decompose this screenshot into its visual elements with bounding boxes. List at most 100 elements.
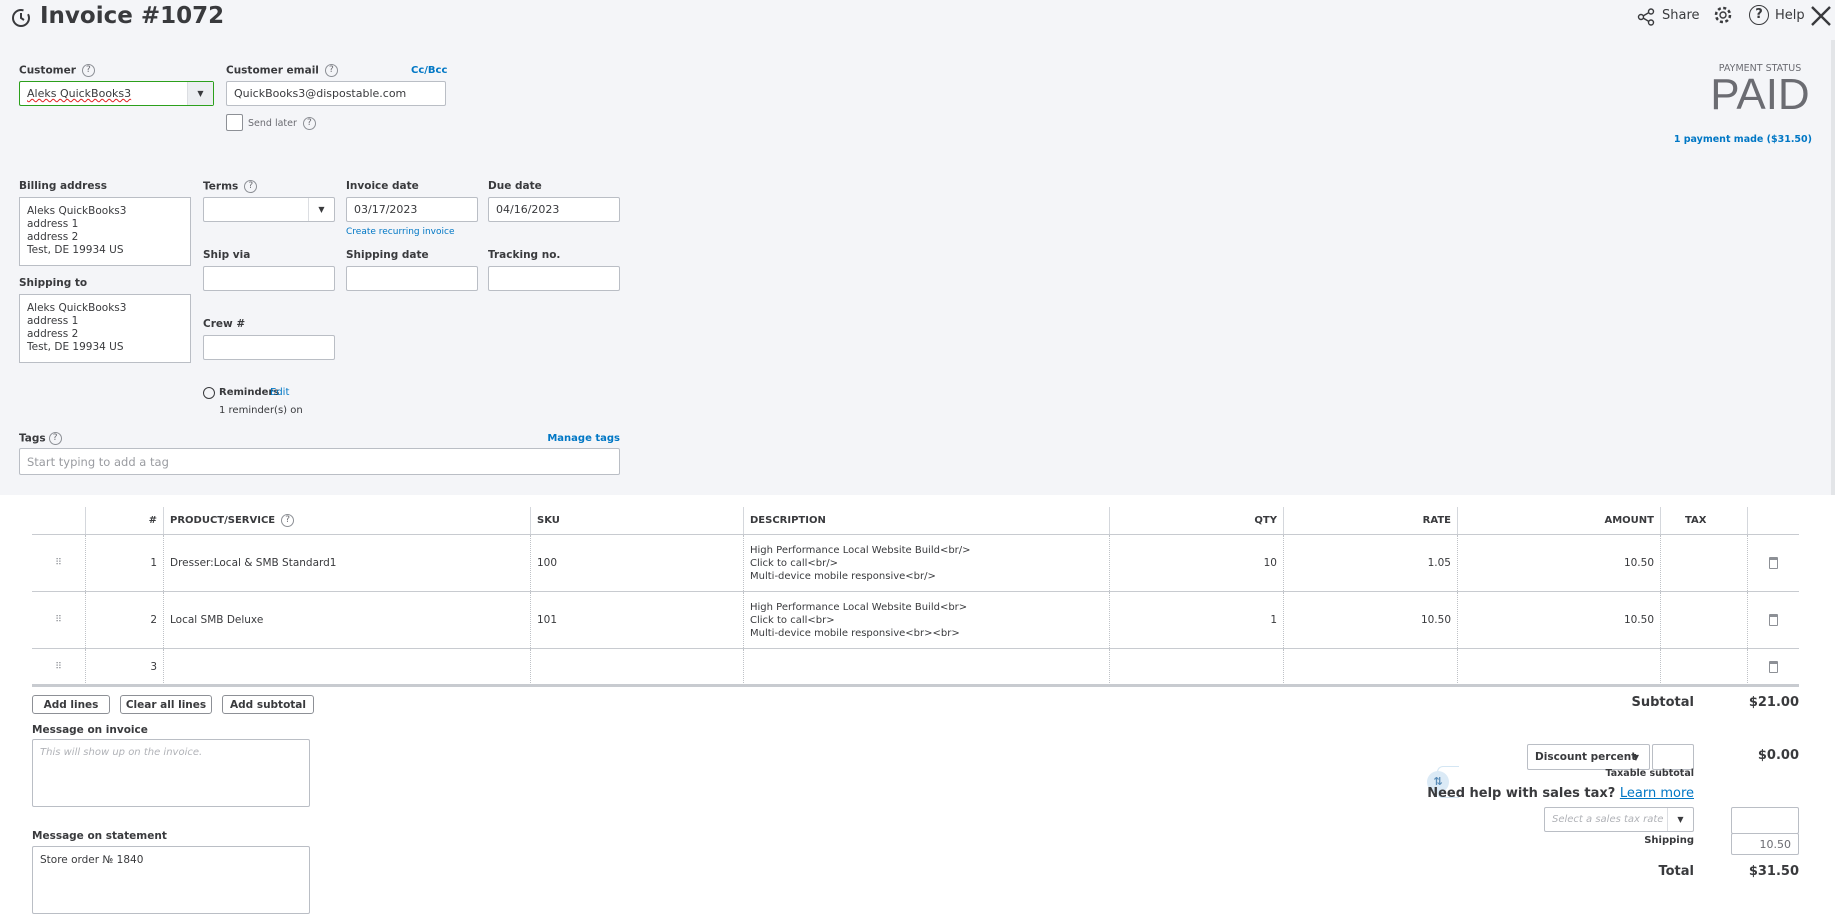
sales-tax-rate-select[interactable]: Select a sales tax rate ▼ (1544, 807, 1694, 832)
cell-product[interactable] (163, 649, 530, 685)
chevron-down-icon[interactable]: ▼ (1623, 745, 1649, 769)
close-icon[interactable] (1810, 5, 1832, 27)
address-line: address 2 (27, 328, 79, 340)
drag-handle-icon[interactable]: ⠿ (32, 535, 85, 591)
cell-description[interactable] (743, 649, 1109, 685)
address-line: Aleks QuickBooks3 (27, 302, 127, 314)
crew-label: Crew # (203, 318, 246, 330)
table-row[interactable]: ⠿ 3 (32, 649, 1799, 685)
settings-gear-icon[interactable] (1713, 5, 1733, 25)
cell-amount[interactable]: 10.50 (1457, 535, 1660, 591)
customer-value: Aleks QuickBooks3 (27, 87, 132, 100)
reminders-edit-link[interactable]: Edit (270, 387, 289, 398)
shipping-input[interactable]: 10.50 (1731, 833, 1799, 855)
shipping-date-input[interactable] (346, 266, 478, 291)
cell-rate[interactable]: 1.05 (1283, 535, 1457, 591)
due-date-label: Due date (488, 180, 542, 192)
address-line: address 1 (27, 218, 79, 230)
tags-input[interactable]: Start typing to add a tag (19, 448, 620, 475)
delete-line-button[interactable] (1747, 649, 1799, 685)
recent-transactions-icon[interactable] (10, 7, 32, 29)
add-lines-button[interactable]: Add lines (32, 695, 110, 714)
share-icon[interactable] (1637, 8, 1655, 26)
table-row[interactable]: ⠿ 2 Local SMB Deluxe 101 High Performance Lo… (32, 592, 1799, 649)
cell-qty[interactable]: 1 (1109, 592, 1283, 648)
sales-tax-help: Need help with sales tax? Learn more (1427, 786, 1694, 801)
cell-sku[interactable]: 100 (530, 535, 743, 591)
help-icon[interactable]: ? (281, 514, 295, 527)
cell-sku[interactable] (530, 649, 743, 685)
help-icon[interactable]: ? (302, 117, 316, 130)
cell-description[interactable]: High Performance Local Website Build<br>… (743, 592, 1109, 648)
sales-tax-amount-input[interactable] (1731, 807, 1799, 834)
learn-more-link[interactable]: Learn more (1620, 786, 1694, 801)
help-icon[interactable]: ? (81, 64, 95, 77)
scrollbar[interactable] (1831, 40, 1835, 495)
description-line: High Performance Local Website Build<br> (750, 601, 968, 613)
share-button[interactable]: Share (1662, 8, 1700, 23)
drag-handle-icon[interactable]: ⠿ (32, 649, 85, 685)
message-invoice-textarea[interactable]: This will show up on the invoice. (32, 739, 310, 807)
chevron-down-icon[interactable]: ▼ (187, 82, 213, 105)
cell-product[interactable]: Dresser:Local & SMB Standard1 (163, 535, 530, 591)
help-icon[interactable]: ? (324, 64, 338, 77)
tracking-no-input[interactable] (488, 266, 620, 291)
cell-num: 1 (85, 535, 163, 591)
create-recurring-invoice-link[interactable]: Create recurring invoice (346, 227, 455, 237)
add-subtotal-button[interactable]: Add subtotal (222, 695, 314, 714)
customer-label: Customer? (19, 64, 95, 77)
cell-description[interactable]: High Performance Local Website Build<br/… (743, 535, 1109, 591)
cell-product[interactable]: Local SMB Deluxe (163, 592, 530, 648)
cc-bcc-link[interactable]: Cc/Bcc (411, 65, 447, 76)
cell-qty[interactable] (1109, 649, 1283, 685)
help-icon[interactable]: ? (48, 432, 62, 445)
cell-sku[interactable]: 101 (530, 592, 743, 648)
cell-amount[interactable]: 10.50 (1457, 592, 1660, 648)
table-row[interactable]: ⠿ 1 Dresser:Local & SMB Standard1 100 High P… (32, 535, 1799, 592)
cell-rate[interactable] (1283, 649, 1457, 685)
delete-line-button[interactable] (1747, 535, 1799, 591)
shipping-to-label: Shipping to (19, 277, 88, 289)
invoice-date-input[interactable]: 03/17/2023 (346, 197, 478, 222)
col-sku: SKU (530, 507, 743, 534)
customer-email-input[interactable]: QuickBooks3@dispostable.com (226, 81, 446, 106)
shipping-date-label: Shipping date (346, 249, 429, 261)
cell-num: 2 (85, 592, 163, 648)
manage-tags-link[interactable]: Manage tags (547, 433, 620, 444)
shipping-address-input[interactable]: Aleks QuickBooks3 address 1 address 2 Test,… (19, 294, 191, 363)
address-line: Test, DE 19934 US (27, 341, 124, 353)
send-later-checkbox[interactable] (226, 114, 243, 131)
cell-rate[interactable]: 10.50 (1283, 592, 1457, 648)
payment-status: PAID (1710, 70, 1810, 119)
discount-type-select[interactable]: Discount percent ▼ (1527, 744, 1650, 770)
discount-value-input[interactable] (1652, 744, 1694, 770)
help-icon[interactable]: ? (1749, 5, 1769, 25)
clock-icon (203, 387, 215, 399)
crew-input[interactable] (203, 335, 335, 360)
cell-tax[interactable] (1660, 535, 1747, 591)
address-line: address 2 (27, 231, 79, 243)
address-line: address 1 (27, 315, 79, 327)
due-date-input[interactable]: 04/16/2023 (488, 197, 620, 222)
tags-label: Tags? (19, 432, 62, 445)
cell-qty[interactable]: 10 (1109, 535, 1283, 591)
customer-select[interactable]: Aleks QuickBooks3 ▼ (19, 81, 214, 106)
message-statement-textarea[interactable]: Store order № 1840 (32, 846, 310, 914)
cell-tax[interactable] (1660, 649, 1747, 685)
chevron-down-icon[interactable]: ▼ (308, 198, 334, 221)
delete-line-button[interactable] (1747, 592, 1799, 648)
help-icon[interactable]: ? (244, 180, 258, 193)
payment-made-link[interactable]: 1 payment made ($31.50) (1674, 134, 1812, 145)
col-amount: AMOUNT (1457, 507, 1660, 534)
cell-tax[interactable] (1660, 592, 1747, 648)
drag-handle-icon[interactable]: ⠿ (32, 592, 85, 648)
billing-address-input[interactable]: Aleks QuickBooks3 address 1 address 2 Test,… (19, 197, 191, 266)
col-description: DESCRIPTION (743, 507, 1109, 534)
chevron-down-icon[interactable]: ▼ (1667, 808, 1693, 831)
ship-via-input[interactable] (203, 266, 335, 291)
clear-all-lines-button[interactable]: Clear all lines (120, 695, 212, 714)
trash-icon (1769, 557, 1778, 569)
help-button[interactable]: Help (1775, 8, 1805, 23)
cell-amount[interactable] (1457, 649, 1660, 685)
terms-select[interactable]: ▼ (203, 197, 335, 222)
